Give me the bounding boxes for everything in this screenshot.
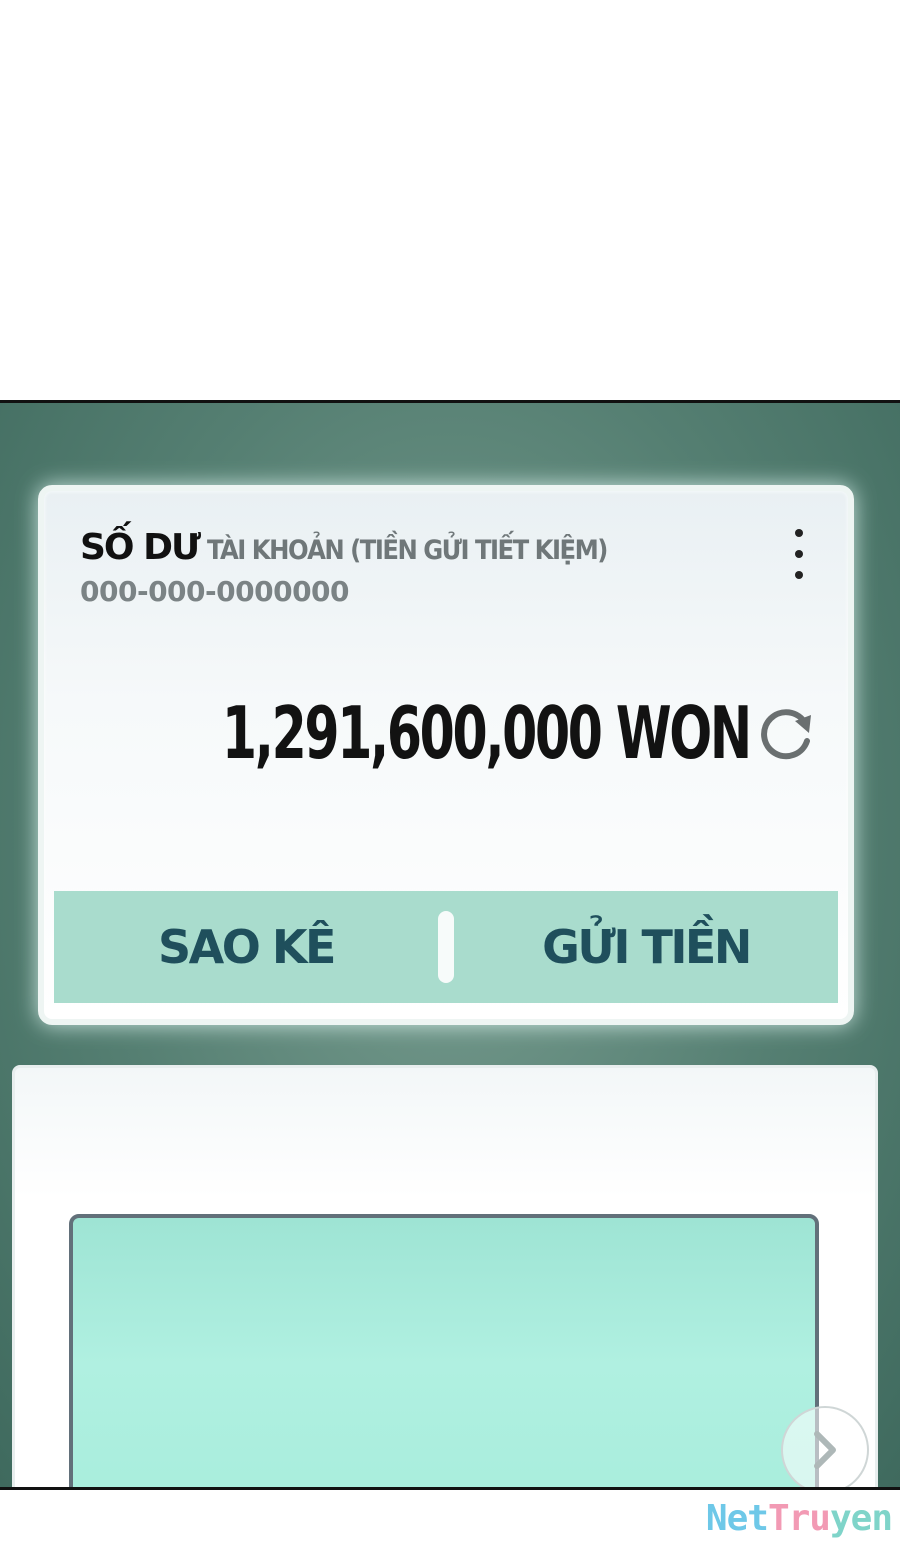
balance-label: SỐ DƯ <box>80 527 201 568</box>
balance-amount-row: 1,291,600,000 WON <box>44 691 848 775</box>
action-bar: SAO KÊ GỬI TIỀN <box>54 891 838 1003</box>
statement-button[interactable]: SAO KÊ <box>54 891 438 1003</box>
refresh-icon[interactable] <box>755 701 819 765</box>
balance-amount: 1,291,600,000 WON <box>221 691 751 775</box>
account-number: 000-000-0000000 <box>80 575 350 608</box>
action-divider <box>438 911 454 983</box>
lower-card <box>12 1065 878 1487</box>
watermark-logo: NetTruyen <box>705 1498 893 1539</box>
account-type-label: TÀI KHOẢN (TIỀN GỬI TIẾT KIỆM) <box>207 535 608 566</box>
content-preview[interactable] <box>69 1214 819 1487</box>
chevron-right-icon[interactable] <box>781 1406 869 1487</box>
kebab-menu-icon[interactable] <box>792 529 806 579</box>
account-title: SỐ DƯ TÀI KHOẢN (TIỀN GỬI TIẾT KIỆM) <box>80 527 608 568</box>
balance-card: SỐ DƯ TÀI KHOẢN (TIỀN GỬI TIẾT KIỆM) 000… <box>38 485 854 1025</box>
transfer-button[interactable]: GỬI TIỀN <box>454 891 838 1003</box>
app-screen: SỐ DƯ TÀI KHOẢN (TIỀN GỬI TIẾT KIỆM) 000… <box>0 400 900 1490</box>
